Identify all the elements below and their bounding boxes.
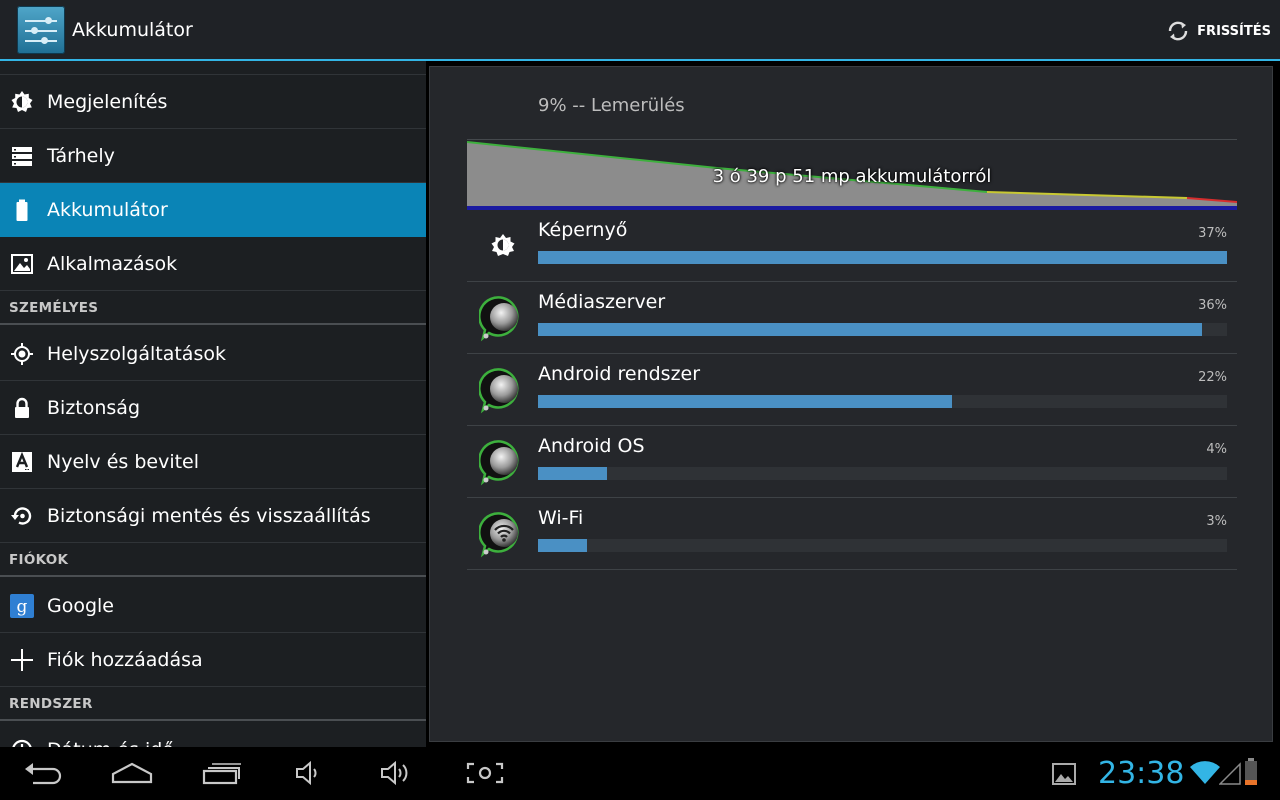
android-app-icon	[478, 438, 527, 486]
usage-percent: 36%	[1198, 298, 1227, 313]
volume-up-button[interactable]	[378, 757, 414, 789]
sidebar-item-date-time[interactable]: Dátum és idő	[0, 723, 426, 747]
sidebar-item-language[interactable]: Nyelv és bevitel	[0, 435, 426, 489]
battery-history-graph[interactable]: 3 ó 39 p 51 mp akkumulátorról	[466, 140, 1238, 210]
usage-bar-fill	[538, 251, 1227, 264]
section-header-personal: SZEMÉLYES	[9, 300, 99, 316]
action-bar: Akkumulátor FRISSÍTÉS	[0, 0, 1280, 61]
usage-row-android-os[interactable]: Android OS 4%	[467, 426, 1237, 498]
sidebar-item-storage[interactable]: Tárhely	[0, 129, 426, 183]
section-divider	[0, 575, 426, 577]
plus-icon	[9, 647, 35, 673]
android-app-icon	[478, 294, 527, 342]
recent-apps-icon	[202, 763, 241, 785]
usage-percent: 37%	[1198, 226, 1227, 241]
lock-icon	[9, 395, 35, 421]
sidebar-item-battery[interactable]: Akkumulátor	[0, 183, 426, 237]
home-button[interactable]	[108, 757, 156, 789]
sidebar-item-add-account[interactable]: Fiók hozzáadása	[0, 633, 426, 687]
usage-bar-fill	[538, 323, 1202, 336]
storage-icon	[9, 143, 35, 169]
section-divider	[0, 323, 426, 325]
usage-bar-track	[538, 323, 1227, 336]
sidebar-item-label: Helyszolgáltatások	[47, 342, 226, 365]
sidebar-item-label: Akkumulátor	[47, 198, 168, 221]
back-icon	[25, 763, 62, 785]
clock-icon	[9, 737, 35, 747]
usage-bar-track	[538, 395, 1227, 408]
battery-status-headline: 9% -- Lemerülés	[538, 95, 685, 116]
settings-sliders-icon[interactable]	[17, 6, 65, 54]
volume-down-icon	[296, 760, 317, 786]
usage-row-android-system[interactable]: Android rendszer 22%	[467, 354, 1237, 426]
battery-usage-panel: 9% -- Lemerülés 3 ó 39 p 51 mp akkumulát…	[429, 66, 1273, 742]
usage-bar-track	[538, 467, 1227, 480]
sidebar-item-google[interactable]: g Google	[0, 579, 426, 633]
section-header-system: RENDSZER	[9, 696, 93, 712]
back-button[interactable]	[22, 757, 66, 789]
usage-percent: 22%	[1198, 370, 1227, 385]
google-icon: g	[9, 593, 35, 619]
battery-icon	[9, 197, 35, 223]
refresh-button[interactable]: FRISSÍTÉS	[1165, 15, 1271, 47]
android-app-icon	[478, 366, 527, 414]
screenshot-icon	[466, 762, 504, 784]
usage-bar-fill	[538, 539, 587, 552]
usage-row-wifi[interactable]: Wi-Fi 3%	[467, 498, 1237, 570]
wifi-app-icon	[478, 510, 527, 558]
usage-bar-track	[538, 539, 1227, 552]
sidebar-item-backup[interactable]: Biztonsági mentés és visszaállítás	[0, 489, 426, 543]
sidebar-item-label: Google	[47, 594, 115, 617]
sidebar-item-label: Biztonság	[47, 396, 141, 419]
sidebar-item-label: Tárhely	[47, 144, 115, 167]
sidebar-item-apps[interactable]: Alkalmazások	[0, 237, 426, 291]
svg-text:g: g	[17, 597, 28, 617]
usage-row-screen[interactable]: Képernyő 37%	[467, 210, 1237, 282]
sidebar-item-label: Alkalmazások	[47, 252, 178, 275]
usage-percent: 4%	[1206, 442, 1227, 457]
sidebar-item-location[interactable]: Helyszolgáltatások	[0, 327, 426, 381]
usage-percent: 3%	[1206, 514, 1227, 529]
sidebar-item-label: Dátum és idő	[47, 739, 174, 748]
usage-name: Android rendszer	[538, 363, 701, 385]
usage-bar-fill	[538, 395, 953, 408]
volume-down-button[interactable]	[292, 757, 324, 789]
usage-name: Médiaszerver	[538, 291, 666, 313]
wifi-signal-icon	[1190, 761, 1220, 784]
page-title: Akkumulátor	[72, 19, 193, 41]
graph-duration-label: 3 ó 39 p 51 mp akkumulátorról	[712, 166, 992, 187]
screenshot-button[interactable]	[464, 757, 506, 789]
sidebar-item-display[interactable]: Megjelenítés	[0, 75, 426, 129]
recent-apps-button[interactable]	[198, 757, 244, 789]
refresh-icon	[1168, 21, 1188, 41]
refresh-label: FRISSÍTÉS	[1197, 23, 1271, 39]
usage-bar-fill	[538, 467, 607, 480]
cell-signal-icon	[1219, 762, 1241, 785]
status-clock: 23:38	[1098, 756, 1185, 791]
usage-row-mediaserver[interactable]: Médiaszerver 36%	[467, 282, 1237, 354]
brightness-icon	[9, 89, 35, 115]
sidebar-item-label: Fiók hozzáadása	[47, 648, 203, 671]
language-icon	[9, 449, 35, 475]
location-icon	[9, 341, 35, 367]
sidebar-item-security[interactable]: Biztonság	[0, 381, 426, 435]
system-navigation-bar: 23:38	[0, 747, 1280, 800]
apps-icon	[9, 251, 35, 277]
usage-name: Android OS	[538, 435, 645, 457]
usage-name: Képernyő	[538, 219, 628, 241]
usage-name: Wi-Fi	[538, 507, 584, 529]
settings-sidebar: Megjelenítés Tárhely Akkumulátor Alkalma…	[0, 61, 426, 747]
usage-bar-track	[538, 251, 1227, 264]
backup-icon	[9, 503, 35, 529]
volume-up-icon	[381, 760, 408, 786]
battery-low-icon	[1245, 758, 1257, 785]
gallery-icon	[1052, 763, 1076, 785]
section-divider	[0, 719, 426, 721]
section-header-accounts: FIÓKOK	[9, 552, 69, 568]
sidebar-item-label: Megjelenítés	[47, 90, 168, 113]
brightness-icon	[479, 222, 527, 270]
sidebar-item-label: Biztonsági mentés és visszaállítás	[47, 504, 371, 527]
sidebar-item-label: Nyelv és bevitel	[47, 450, 200, 473]
home-icon	[111, 762, 153, 784]
